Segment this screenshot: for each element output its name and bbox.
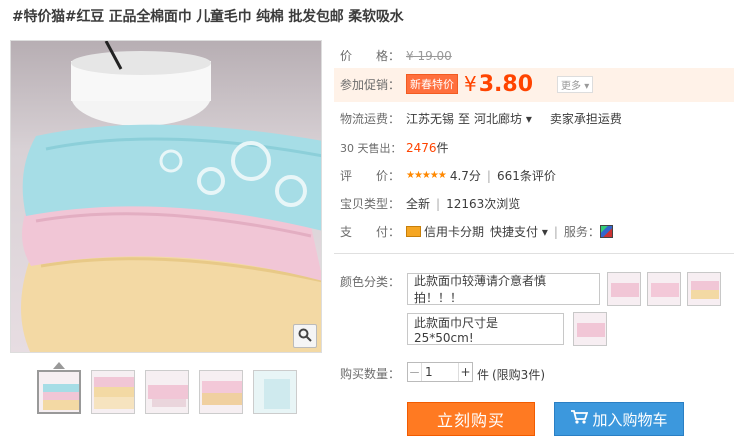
quantity-decrease-button[interactable]: － bbox=[408, 363, 422, 381]
color-label: 颜色分类： bbox=[340, 275, 401, 289]
promo-row: 参加促销： 新春特价 ¥ 3.80 更多 ▾ bbox=[340, 71, 594, 97]
rating-label: 评 价： bbox=[340, 169, 401, 183]
sku-option-swatch[interactable] bbox=[573, 312, 607, 346]
promo-currency: ¥ bbox=[464, 72, 477, 96]
review-count-link[interactable]: 661条评价 bbox=[497, 167, 556, 184]
shipping-label: 物流运费： bbox=[340, 112, 401, 126]
view-count: 12163次浏览 bbox=[446, 197, 521, 211]
sales-count: 2476 bbox=[406, 140, 437, 155]
divider bbox=[334, 253, 734, 254]
payment-row: 支 付： 信用卡分期 快捷支付 ▾ | 服务： bbox=[340, 223, 613, 240]
sku-option-swatch[interactable] bbox=[607, 272, 641, 306]
rating-row: 评 价： ★★★★★ 4.7分 | 661条评价 bbox=[340, 167, 556, 184]
sku-option-swatch[interactable] bbox=[647, 272, 681, 306]
sku-option-label: 此款面巾较薄请介意者慎拍！！！ bbox=[414, 274, 547, 305]
buy-now-label: 立刻购买 bbox=[436, 411, 505, 430]
separator: | bbox=[486, 168, 491, 183]
star-rating-icon: ★★★★★ bbox=[406, 170, 447, 181]
add-to-cart-label: 加入购物车 bbox=[592, 410, 668, 429]
shipping-from: 江苏无锡 bbox=[406, 112, 455, 126]
quantity-label: 购买数量： bbox=[340, 367, 401, 381]
item-condition: 全新 bbox=[406, 197, 431, 211]
quantity-input[interactable]: 1 bbox=[422, 363, 458, 381]
quantity-increase-button[interactable]: + bbox=[458, 363, 472, 381]
sales-label: 30 天售出： bbox=[340, 141, 402, 155]
shipping-destination-dropdown[interactable]: 河北廊坊 ▾ bbox=[474, 110, 532, 127]
sales-unit: 件 bbox=[436, 141, 449, 155]
promo-label: 参加促销： bbox=[340, 77, 401, 92]
thumbnail[interactable] bbox=[37, 370, 81, 414]
sku-option-label: 此款面巾尺寸是25*50cm! bbox=[414, 315, 499, 345]
thumbnail-pointer bbox=[53, 362, 65, 369]
original-price: ¥ 19.00 bbox=[406, 48, 452, 63]
thumbnail[interactable] bbox=[91, 370, 135, 414]
type-label: 宝贝类型： bbox=[340, 197, 401, 211]
quick-pay-dropdown[interactable]: 快捷支付 ▾ bbox=[490, 223, 548, 240]
shopping-cart-icon bbox=[570, 409, 589, 429]
separator: | bbox=[553, 224, 558, 239]
payment-label: 支 付： bbox=[340, 225, 401, 239]
sku-option-size-notice[interactable]: 此款面巾尺寸是25*50cm! bbox=[407, 313, 564, 345]
credit-installment[interactable]: 信用卡分期 bbox=[424, 223, 484, 240]
purchase-limit: (限购3件) bbox=[492, 368, 545, 382]
more-promos-button[interactable]: 更多 ▾ bbox=[557, 75, 594, 93]
thumbnail-strip bbox=[37, 370, 297, 414]
magnifier-icon bbox=[298, 328, 312, 345]
price-row: 价 格： ¥ 19.00 bbox=[340, 47, 452, 64]
sales-row: 30 天售出： 2476 件 bbox=[340, 139, 449, 156]
sku-option-swatch[interactable] bbox=[687, 272, 721, 306]
zoom-button[interactable] bbox=[293, 324, 317, 348]
promo-badge: 新春特价 bbox=[406, 74, 458, 94]
shipping-fee: 卖家承担运费 bbox=[549, 112, 622, 126]
thumbnail[interactable] bbox=[199, 370, 243, 414]
shipping-to-prefix: 至 bbox=[458, 112, 471, 126]
thumbnail[interactable] bbox=[145, 370, 189, 414]
service-guarantee-icon[interactable] bbox=[599, 225, 613, 238]
separator: | bbox=[436, 196, 441, 211]
promo-price: 3.80 bbox=[478, 71, 534, 97]
quantity-stepper: － 1 + bbox=[407, 362, 473, 382]
credit-card-icon bbox=[406, 226, 421, 237]
type-row: 宝贝类型： 全新 | 12163次浏览 bbox=[340, 195, 520, 212]
thumbnail[interactable] bbox=[253, 370, 297, 414]
rating-score: 4.7分 bbox=[449, 169, 481, 183]
towel-stack-illustration bbox=[21, 41, 321, 352]
price-label: 价 格： bbox=[340, 49, 401, 63]
product-title: #特价猫#红豆 正品全棉面巾 儿童毛巾 纯棉 批发包邮 柔软吸水 bbox=[12, 9, 404, 25]
add-to-cart-button[interactable]: 加入购物车 bbox=[554, 402, 684, 436]
shipping-row: 物流运费： 江苏无锡 至 河北廊坊 ▾ 卖家承担运费 bbox=[340, 110, 622, 127]
sku-option-thin-notice[interactable]: 此款面巾较薄请介意者慎拍！！！ bbox=[407, 273, 600, 305]
main-product-image[interactable] bbox=[10, 40, 322, 353]
service-label: 服务： bbox=[563, 225, 600, 239]
buy-now-button[interactable]: 立刻购买 bbox=[407, 402, 535, 436]
quantity-unit: 件 bbox=[477, 368, 490, 382]
